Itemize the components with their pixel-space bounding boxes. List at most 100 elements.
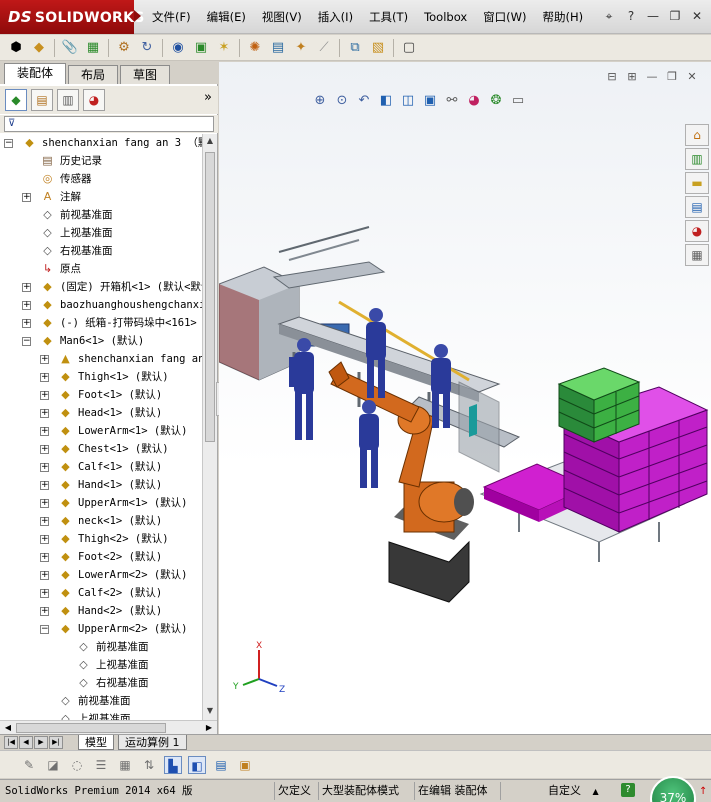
expand-icon[interactable]: + [40,355,49,364]
linear-pattern-icon[interactable]: ▦ [83,38,103,58]
expand-icon[interactable]: + [40,517,49,526]
expand-icon[interactable]: + [40,499,49,508]
smart-fasteners-icon[interactable]: ⚙ [114,38,134,58]
tree-item[interactable]: ◇ 上视基准面 [0,710,202,720]
filter-icon[interactable]: ⊽ [8,118,15,129]
tree-item[interactable]: + ▲ shenchanxian fang an 3 [0,350,202,368]
tree-item[interactable]: + ◆ neck<1> (默认) [0,512,202,530]
tree-item[interactable]: − ◆ shenchanxian fang an 3 （默认< [0,134,202,152]
expand-icon[interactable]: + [22,301,31,310]
clearance-verification-icon[interactable]: ▧ [368,38,388,58]
collapse-icon[interactable]: − [22,337,31,346]
tree-item[interactable]: + ◆ Thigh<2> (默认) [0,530,202,548]
change-transparency-icon[interactable]: ◌ [68,756,86,774]
tab-sketch[interactable]: 草图 [120,65,171,84]
collapse-icon[interactable]: − [4,139,13,148]
expand-panel-chevron-icon[interactable]: » [204,90,212,105]
tree-item[interactable]: ◇ 右视基准面 [0,674,202,692]
tree-item[interactable]: + ◆ Chest<1> (默认) [0,440,202,458]
property-manager-icon[interactable]: ▤ [31,89,53,111]
tree-item[interactable]: + ◆ (-) 纸箱-打带码垛中<161> ( [0,314,202,332]
units-up-arrow-icon[interactable]: ▲ [593,787,599,796]
edit-component-icon[interactable]: ✎ [20,756,38,774]
tree-item[interactable]: ◇ 上视基准面 [0,224,202,242]
instant-3d-icon[interactable]: ▢ [399,38,419,58]
menu-tools[interactable]: 工具(T) [369,9,408,25]
tab-assembly[interactable]: 装配体 [4,63,67,84]
menu-toolbox[interactable]: Toolbox [424,10,467,24]
expand-icon[interactable]: + [40,553,49,562]
graph-view-icon[interactable]: ▙ [164,755,182,774]
next-tab-arrow-icon[interactable]: ▶ [34,736,48,749]
tree-item[interactable]: + ◆ LowerArm<1> (默认) [0,422,202,440]
tree-item[interactable]: ◇ 前视基准面 [0,692,202,710]
restore-button[interactable]: ❐ [667,8,683,24]
prev-tab-arrow-icon[interactable]: ◀ [19,736,33,749]
tree-item[interactable]: − ◆ UpperArm<2> (默认) [0,620,202,638]
logo-flyout-arrow-icon[interactable] [134,10,141,22]
tree-vertical-scrollbar[interactable]: ▲ ▼ [202,134,217,720]
tree-item[interactable]: + ◆ Hand<1> (默认) [0,476,202,494]
tree-item[interactable]: ◇ 前视基准面 [0,638,202,656]
expand-icon[interactable]: + [40,535,49,544]
new-part-icon[interactable]: ◆ [29,38,49,58]
move-component-icon[interactable]: ↻ [137,38,157,58]
reference-geometry-icon[interactable]: ✶ [214,38,234,58]
minimize-button[interactable]: — [645,8,661,24]
tree-item[interactable]: + ◆ LowerArm<2> (默认) [0,566,202,584]
show-hidden-icon[interactable]: ◉ [168,38,188,58]
solidworks-logo[interactable]: DS SOLIDWORKS [0,0,144,34]
explode-line-sketch-icon[interactable]: ⟋ [314,38,334,58]
quick-tips-help-icon[interactable]: ? [621,783,635,797]
exploded-view-icon[interactable]: ✦ [291,38,311,58]
hide-component-icon[interactable]: ◪ [44,756,62,774]
save-view-icon[interactable]: ▣ [236,756,254,774]
tree-item[interactable]: + ◆ Calf<2> (默认) [0,584,202,602]
menu-view[interactable]: 视图(V) [262,9,302,25]
tree-item[interactable]: ↳ 原点 [0,260,202,278]
graphics-area[interactable]: ⊟ ⊞ — ❐ ✕ ⊕ ⊙ ↶ ◧ ◫ ▣ ⚯ ◕ ❂ ▭ ⌂ ▥ ▬ ▤ ◕ … [219,62,711,734]
new-motion-study-icon[interactable]: ✺ [245,38,265,58]
grid-view-icon[interactable]: ▦ [116,756,134,774]
expand-icon[interactable]: + [22,283,31,292]
expand-icon[interactable]: + [40,373,49,382]
tree-item[interactable]: + ◆ Head<1> (默认) [0,404,202,422]
feature-tree-filter[interactable]: ⊽ [4,116,214,132]
palletizing-robot[interactable] [328,361,474,603]
feature-manager-tree-icon[interactable]: ◆ [5,89,27,111]
tree-item[interactable]: − ◆ Man6<1> (默认) [0,332,202,350]
rebuild-icon[interactable]: ⇅ [140,756,158,774]
tab-model[interactable]: 模型 [78,735,114,750]
expand-icon[interactable]: + [40,445,49,454]
expand-icon[interactable]: + [40,427,49,436]
tree-item[interactable]: + ◆ baozhuanghoushengchanxian< [0,296,202,314]
expand-icon[interactable]: + [22,193,31,202]
tree-item[interactable]: + ◆ UpperArm<1> (默认) [0,494,202,512]
menu-file[interactable]: 文件(F) [152,9,191,25]
tree-item[interactable]: + ◆ Thigh<1> (默认) [0,368,202,386]
tree-item[interactable]: ◇ 前视基准面 [0,206,202,224]
menu-help[interactable]: 帮助(H) [543,9,584,25]
tab-motion-study-1[interactable]: 运动算例 1 [118,735,187,750]
last-tab-arrow-icon[interactable]: ▶| [49,736,63,749]
collapse-icon[interactable]: − [40,625,49,634]
worker-4[interactable] [359,400,379,488]
table-view-icon[interactable]: ▤ [212,756,230,774]
interference-detection-icon[interactable]: ⧉ [345,38,365,58]
shaded-view-icon[interactable]: ◧ [188,755,206,774]
display-manager-icon[interactable]: ◕ [83,89,105,111]
scroll-thumb[interactable] [205,152,215,442]
help-icon[interactable]: ? [623,8,639,24]
tree-item[interactable]: ◎ 传感器 [0,170,202,188]
tree-item[interactable]: + ◆ Foot<1> (默认) [0,386,202,404]
assembly-model-view[interactable]: X Y Z [219,62,711,734]
expand-icon[interactable]: + [40,409,49,418]
assembly-features-icon[interactable]: ▣ [191,38,211,58]
menu-window[interactable]: 窗口(W) [483,9,526,25]
list-view-icon[interactable]: ☰ [92,756,110,774]
configuration-manager-icon[interactable]: ▥ [57,89,79,111]
expand-icon[interactable]: + [40,463,49,472]
expand-icon[interactable]: + [40,607,49,616]
scroll-thumb[interactable] [16,723,166,733]
pushpin-icon[interactable]: ⌖ [601,8,617,24]
